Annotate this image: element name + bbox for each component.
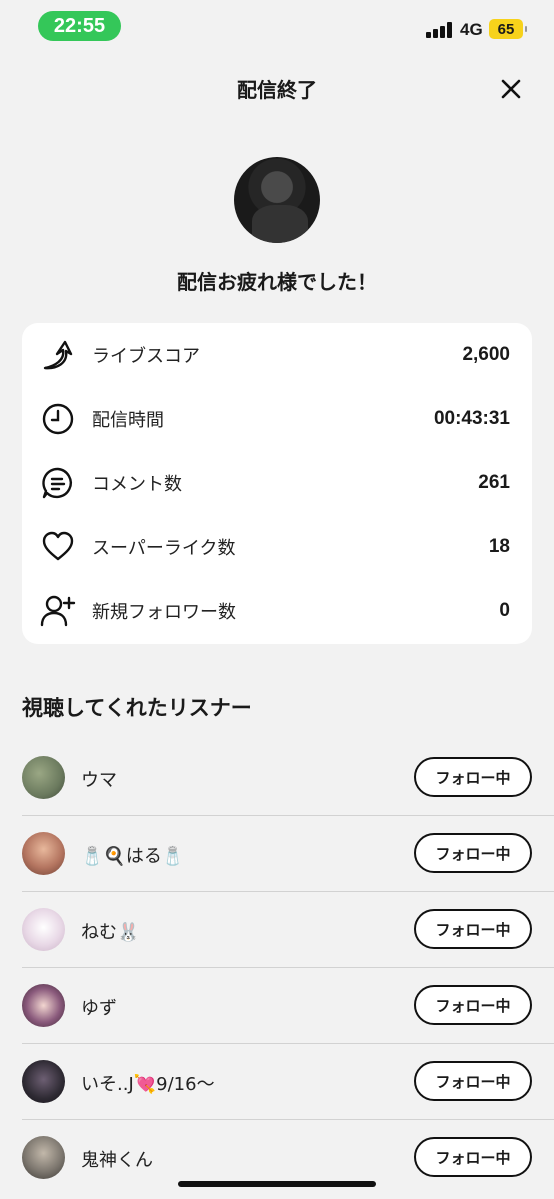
following-button[interactable]: フォロー中 [414, 1137, 532, 1177]
following-button[interactable]: フォロー中 [414, 1061, 532, 1101]
stat-label: スーパーライク数 [92, 538, 236, 559]
stat-value: 261 [478, 472, 510, 493]
add-user-icon [40, 593, 76, 629]
following-button[interactable]: フォロー中 [414, 985, 532, 1025]
status-bar: 22:55 4G 65 [0, 0, 554, 54]
avatar[interactable] [22, 984, 65, 1027]
list-item[interactable]: ゆず フォロー中 [0, 968, 554, 1044]
following-button[interactable]: フォロー中 [414, 833, 532, 873]
stat-value: 00:43:31 [433, 408, 510, 429]
following-button[interactable]: フォロー中 [414, 909, 532, 949]
stat-value: 0 [499, 600, 510, 621]
close-icon [501, 79, 521, 99]
stat-row-live-score: ライブスコア 2,600 [22, 323, 532, 387]
close-button[interactable] [496, 74, 526, 104]
stat-row-new-followers: 新規フォロワー数 0 [22, 579, 532, 643]
stat-label: ライブスコア [92, 346, 200, 367]
avatar[interactable] [22, 908, 65, 951]
list-item[interactable]: ウマ フォロー中 [0, 740, 554, 816]
avatar[interactable] [22, 1136, 65, 1179]
stat-label: コメント数 [92, 474, 182, 495]
listener-name[interactable]: ねむ🐰 [81, 918, 139, 944]
signal-icon [426, 22, 454, 38]
listener-name[interactable]: 🧂🍳はる🧂 [81, 842, 184, 868]
listener-name[interactable]: 鬼神くん [81, 1146, 153, 1172]
avatar[interactable] [22, 832, 65, 875]
listener-name[interactable]: ウマ [81, 766, 117, 792]
list-item[interactable]: いそ..J💘9/16〜 フォロー中 [0, 1044, 554, 1120]
listener-name[interactable]: いそ..J💘9/16〜 [81, 1070, 215, 1096]
following-button[interactable]: フォロー中 [414, 757, 532, 797]
page-title: 配信終了 [237, 78, 317, 102]
arrow-up-icon [40, 337, 76, 373]
stat-label: 配信時間 [92, 410, 164, 431]
battery-level: 65 [497, 20, 515, 38]
stat-value: 18 [488, 536, 510, 557]
list-item[interactable]: ねむ🐰 フォロー中 [0, 892, 554, 968]
comment-icon [40, 465, 76, 501]
home-indicator[interactable] [178, 1181, 376, 1187]
status-time[interactable]: 22:55 [38, 11, 121, 41]
heart-icon [40, 529, 76, 565]
streamer-avatar [234, 157, 320, 243]
network-label: 4G [460, 20, 483, 39]
avatar[interactable] [22, 1060, 65, 1103]
battery-icon: 65 [489, 19, 527, 39]
listeners-section-title: 視聴してくれたリスナー [22, 696, 252, 720]
stat-row-comments: コメント数 261 [22, 451, 532, 515]
clock-icon [40, 401, 76, 437]
avatar[interactable] [22, 756, 65, 799]
stat-label: 新規フォロワー数 [92, 602, 236, 623]
stat-row-super-likes: スーパーライク数 18 [22, 515, 532, 579]
listener-name[interactable]: ゆず [81, 994, 117, 1020]
stat-value: 2,600 [462, 344, 510, 365]
stats-card: ライブスコア 2,600 配信時間 00:43:31 コメント数 261 スーパ… [22, 323, 532, 644]
list-item[interactable]: 🧂🍳はる🧂 フォロー中 [0, 816, 554, 892]
stat-row-duration: 配信時間 00:43:31 [22, 387, 532, 451]
summary-message: 配信お疲れ様でした！ [177, 270, 377, 294]
